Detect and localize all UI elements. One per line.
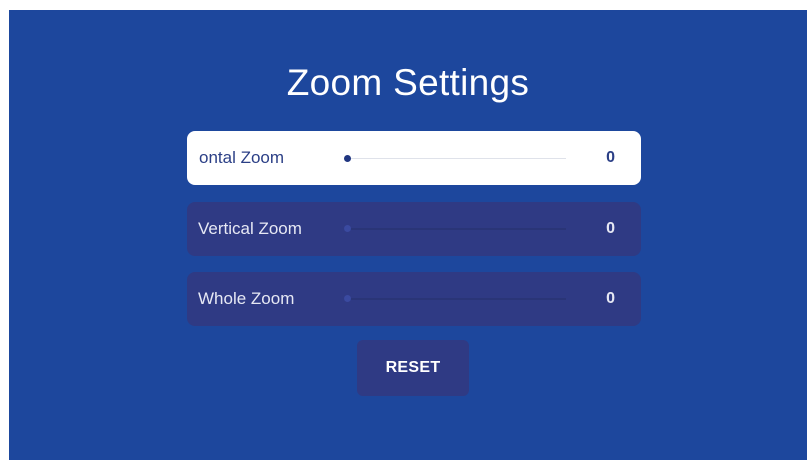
horizontal-zoom-label: ontal Zoom — [199, 148, 285, 167]
reset-button[interactable]: RESET — [357, 340, 469, 396]
horizontal-zoom-slider[interactable] — [344, 155, 566, 162]
vertical-zoom-slider-knob[interactable] — [344, 225, 351, 232]
horizontal-zoom-value: 0 — [606, 149, 615, 166]
vertical-zoom-row[interactable]: Vertical Zoom 0 — [187, 202, 641, 256]
vertical-zoom-slider[interactable] — [344, 225, 566, 232]
whole-zoom-value: 0 — [606, 290, 615, 307]
whole-zoom-slider-knob[interactable] — [344, 295, 351, 302]
whole-zoom-label: Whole Zoom — [198, 289, 295, 308]
horizontal-zoom-slider-knob[interactable] — [344, 155, 351, 162]
whole-zoom-row[interactable]: Whole Zoom 0 — [187, 272, 641, 326]
horizontal-zoom-row[interactable]: ontal Zoom 0 — [187, 131, 641, 185]
vertical-zoom-value: 0 — [606, 220, 615, 237]
whole-zoom-slider[interactable] — [344, 295, 566, 302]
vertical-zoom-label: Vertical Zoom — [198, 219, 302, 238]
zoom-settings-screen: Zoom Settings ontal Zoom 0 Vertical Zoom… — [9, 10, 807, 460]
page-title: Zoom Settings — [286, 62, 530, 103]
